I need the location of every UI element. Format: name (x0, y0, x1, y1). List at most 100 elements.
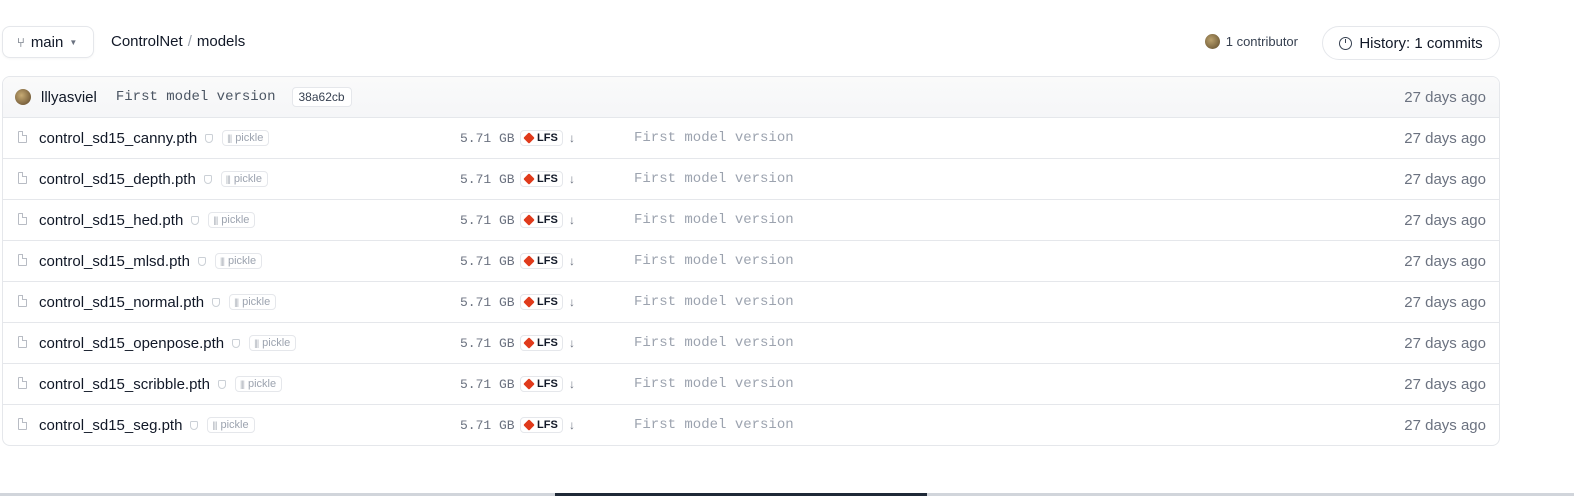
file-row: control_sd15_seg.pth ||| pickle 5.71 GB … (3, 405, 1499, 445)
pickle-badge[interactable]: ||| pickle (234, 376, 283, 392)
commit-date: 27 days ago (1404, 88, 1486, 106)
file-name-link[interactable]: control_sd15_depth.pth (39, 171, 196, 188)
pickle-badge[interactable]: ||| pickle (214, 253, 263, 269)
commit-message[interactable]: First model version (116, 89, 276, 105)
file-name-link[interactable]: control_sd15_canny.pth (39, 130, 197, 147)
contributor-avatar (1204, 34, 1220, 49)
breadcrumb-separator: / (187, 33, 192, 50)
pickle-icon: ||| (227, 133, 232, 143)
file-name-group: control_sd15_scribble.pth ||| pickle (39, 376, 283, 393)
lfs-cube-icon (523, 214, 535, 226)
branch-label: main (30, 33, 64, 51)
pickle-icon: ||| (219, 256, 225, 266)
file-name-link[interactable]: control_sd15_hed.pth (39, 212, 183, 229)
lfs-badge: LFS (520, 130, 563, 146)
contributors-count: 1 contributor (1225, 34, 1298, 49)
file-commit-date: 27 days ago (1404, 293, 1486, 311)
file-row: control_sd15_scribble.pth ||| pickle 5.7… (3, 364, 1499, 405)
shield-icon (191, 215, 200, 225)
file-icon (18, 295, 27, 307)
file-commit-date: 27 days ago (1404, 170, 1486, 188)
pickle-badge[interactable]: ||| pickle (229, 294, 277, 310)
file-name-link[interactable]: control_sd15_openpose.pth (39, 335, 224, 352)
file-commit-message[interactable]: First model version (634, 130, 794, 146)
file-size: 5.71 GB (460, 253, 515, 269)
lfs-cube-icon (523, 378, 535, 390)
file-size: 5.71 GB (460, 417, 515, 433)
download-arrow-icon[interactable]: ↓ (569, 254, 575, 268)
file-name-link[interactable]: control_sd15_normal.pth (39, 294, 204, 311)
commit-author[interactable]: lllyasviel (41, 89, 97, 106)
lfs-badge: LFS (520, 294, 563, 310)
lfs-badge: LFS (520, 335, 563, 351)
pickle-icon: ||| (225, 174, 231, 184)
download-arrow-icon[interactable]: ↓ (569, 295, 575, 309)
download-arrow-icon[interactable]: ↓ (569, 172, 575, 186)
download-arrow-icon[interactable]: ↓ (569, 131, 575, 145)
lfs-label: LFS (537, 214, 558, 226)
file-name-link[interactable]: control_sd15_seg.pth (39, 417, 182, 434)
file-icon (18, 172, 27, 184)
author-avatar[interactable] (15, 89, 31, 105)
shield-icon (190, 420, 199, 430)
file-commit-message[interactable]: First model version (634, 376, 794, 392)
lfs-cube-icon (523, 419, 535, 431)
lfs-cube-icon (523, 132, 535, 144)
file-icon (18, 377, 27, 389)
file-icon (18, 131, 27, 143)
lfs-cube-icon (523, 255, 535, 267)
shield-icon (232, 338, 241, 348)
file-commit-message[interactable]: First model version (634, 417, 794, 433)
history-label: History: 1 commits (1359, 34, 1483, 52)
git-branch-icon: ⑂ (17, 34, 25, 50)
history-button[interactable]: History: 1 commits (1322, 26, 1500, 60)
pickle-badge[interactable]: ||| pickle (208, 212, 256, 228)
download-arrow-icon[interactable]: ↓ (569, 213, 575, 227)
file-commit-message[interactable]: First model version (634, 253, 794, 269)
file-row: control_sd15_canny.pth ||| pickle 5.71 G… (3, 118, 1499, 159)
breadcrumb-folder-link[interactable]: models (197, 33, 245, 50)
contributors-link[interactable]: 1 contributor (1204, 34, 1298, 49)
pickle-badge[interactable]: ||| pickle (220, 171, 268, 187)
file-name-group: control_sd15_hed.pth ||| pickle (39, 212, 256, 229)
file-commit-message[interactable]: First model version (634, 294, 794, 310)
commit-sha[interactable]: 38a62cb (291, 87, 352, 107)
pickle-badge[interactable]: ||| pickle (207, 417, 255, 433)
file-icon (18, 213, 27, 225)
breadcrumb-repo-link[interactable]: ControlNet (111, 33, 183, 50)
lfs-badge: LFS (520, 171, 563, 187)
shield-icon (203, 174, 212, 184)
last-commit-row: lllyasviel First model version 38a62cb 2… (3, 77, 1499, 118)
pickle-badge[interactable]: ||| pickle (249, 335, 297, 351)
file-commit-date: 27 days ago (1404, 416, 1486, 434)
file-row: control_sd15_openpose.pth ||| pickle 5.7… (3, 323, 1499, 364)
file-commit-message[interactable]: First model version (634, 335, 794, 351)
pickle-icon: ||| (239, 379, 245, 389)
chevron-down-icon: ▼ (69, 37, 78, 47)
lfs-label: LFS (537, 173, 558, 185)
file-commit-message[interactable]: First model version (634, 212, 794, 228)
pickle-badge[interactable]: ||| pickle (222, 130, 270, 146)
file-size: 5.71 GB (460, 335, 515, 351)
download-arrow-icon[interactable]: ↓ (569, 377, 575, 391)
shield-icon (197, 256, 206, 266)
file-row: control_sd15_depth.pth ||| pickle 5.71 G… (3, 159, 1499, 200)
pickle-label: pickle (247, 378, 277, 390)
file-icon (18, 418, 27, 430)
lfs-label: LFS (537, 419, 558, 431)
file-name-group: control_sd15_seg.pth ||| pickle (39, 417, 255, 434)
file-name-link[interactable]: control_sd15_mlsd.pth (39, 253, 190, 270)
file-size: 5.71 GB (460, 294, 515, 310)
lfs-cube-icon (523, 296, 535, 308)
file-name-group: control_sd15_mlsd.pth ||| pickle (39, 253, 263, 270)
branch-selector-button[interactable]: ⑂ main ▼ (2, 26, 94, 58)
download-arrow-icon[interactable]: ↓ (569, 418, 575, 432)
lfs-label: LFS (537, 337, 558, 349)
file-commit-message[interactable]: First model version (634, 171, 794, 187)
lfs-badge: LFS (520, 253, 563, 269)
lfs-cube-icon (523, 173, 535, 185)
download-arrow-icon[interactable]: ↓ (569, 336, 575, 350)
pickle-icon: ||| (254, 338, 259, 348)
pickle-icon: ||| (213, 215, 218, 225)
file-name-link[interactable]: control_sd15_scribble.pth (39, 376, 210, 393)
